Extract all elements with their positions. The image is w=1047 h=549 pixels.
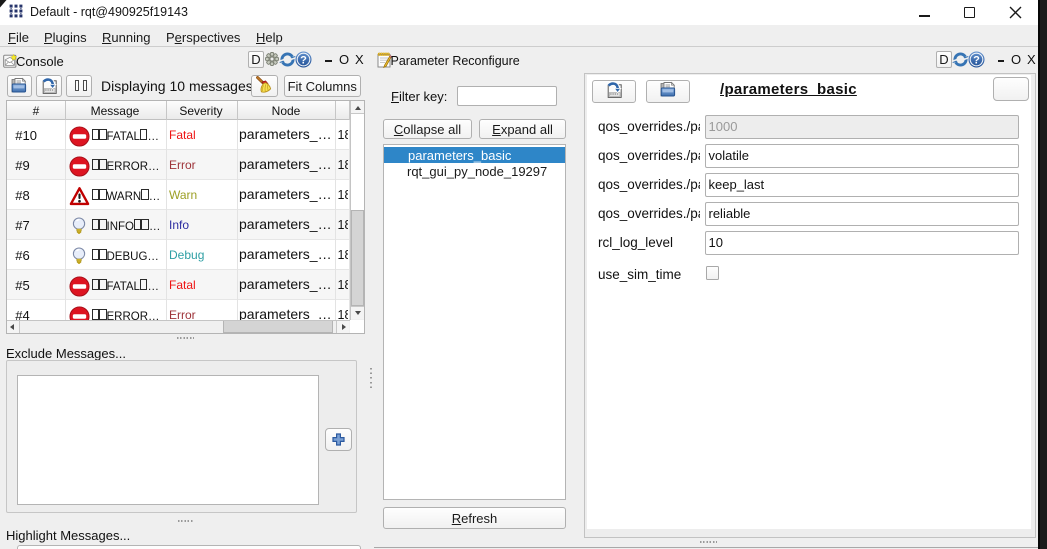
svg-text:?: ? bbox=[300, 54, 307, 66]
svg-text:?: ? bbox=[973, 54, 980, 66]
